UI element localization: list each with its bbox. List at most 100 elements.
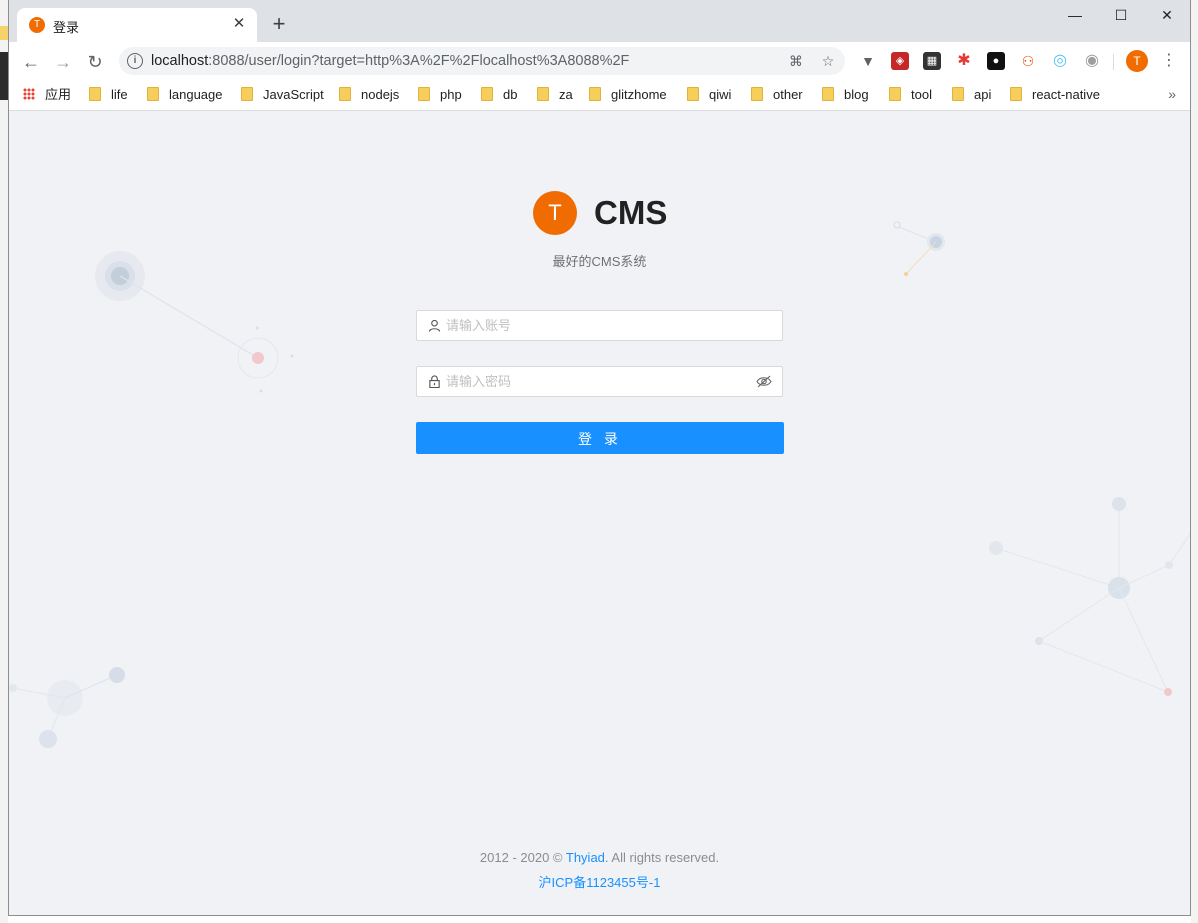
bookmark-apps[interactable]: 应用 xyxy=(23,86,71,104)
username-field[interactable] xyxy=(416,310,783,341)
tab-favicon-icon: T xyxy=(29,17,45,33)
more-menu-icon[interactable]: ⋮ xyxy=(1161,50,1177,72)
bookmark-folder[interactable]: glitzhome xyxy=(589,86,667,104)
bookmark-folder[interactable]: za xyxy=(537,86,573,104)
folder-icon xyxy=(481,87,493,101)
icp-link[interactable]: 沪ICP备1123455号-1 xyxy=(539,875,661,890)
username-input[interactable] xyxy=(446,311,746,340)
lock-icon xyxy=(429,375,440,388)
reload-button[interactable]: ↻ xyxy=(81,48,109,76)
more-bookmarks-icon[interactable]: » xyxy=(1168,86,1176,102)
apps-grid-icon xyxy=(23,88,35,100)
bookmark-folder[interactable]: tool xyxy=(889,86,932,104)
desktop-folder-icon xyxy=(0,26,8,40)
bookmark-label: glitzhome xyxy=(611,87,667,102)
folder-icon xyxy=(418,87,430,101)
user-icon xyxy=(428,319,441,332)
bookmark-folder[interactable]: other xyxy=(751,86,803,104)
bookmark-label: db xyxy=(503,87,518,102)
folder-icon xyxy=(822,87,834,101)
footer-copyright: 2012 - 2020 © Thyiad. All rights reserve… xyxy=(9,850,1190,865)
bookmark-label: language xyxy=(169,87,223,102)
bookmarks-bar: 应用 life language JavaScript nodejs php d… xyxy=(9,80,1190,111)
bookmark-folder[interactable]: php xyxy=(418,86,462,104)
extension-red-icon[interactable]: ◈ xyxy=(891,52,909,70)
app-name: CMS xyxy=(594,194,668,231)
bookmark-folder[interactable]: api xyxy=(952,86,991,104)
bookmark-star-icon[interactable]: ☆ xyxy=(819,52,837,70)
tab-strip: T 登录 ✕ + — ☐ ✕ xyxy=(9,0,1190,42)
info-icon[interactable]: i xyxy=(127,53,143,69)
tab-title: 登录 xyxy=(53,20,80,35)
eye-invisible-icon[interactable] xyxy=(756,375,772,388)
profile-avatar[interactable]: T xyxy=(1126,50,1148,72)
bookmark-label: tool xyxy=(911,87,932,102)
ring-extension-icon[interactable]: ◎ xyxy=(1051,52,1069,70)
address-url[interactable]: localhost:8088/user/login?target=http%3A… xyxy=(151,53,629,69)
gamepad-extension-icon[interactable]: ● xyxy=(987,52,1005,70)
footer-icp: 沪ICP备1123455号-1 xyxy=(9,872,1190,891)
bookmark-label: php xyxy=(440,87,462,102)
bookmark-folder[interactable]: life xyxy=(89,86,128,104)
back-button[interactable]: ← xyxy=(17,48,45,76)
bookmark-label: api xyxy=(974,87,992,102)
bookmark-folder[interactable]: language xyxy=(147,86,223,104)
folder-icon xyxy=(1010,87,1022,101)
browser-window: T 登录 ✕ + — ☐ ✕ ← → ↻ i localhost:8088/us… xyxy=(8,0,1191,916)
footer-years: 2012 - 2020 © xyxy=(479,850,563,865)
vue-devtools-icon[interactable]: ▼ xyxy=(859,52,877,70)
folder-icon xyxy=(537,87,549,101)
close-window-button[interactable]: ✕ xyxy=(1144,4,1190,26)
folder-icon xyxy=(339,87,351,101)
close-icon[interactable]: ✕ xyxy=(229,14,249,34)
bookmark-folder[interactable]: JavaScript xyxy=(241,86,324,104)
folder-icon xyxy=(147,87,159,101)
maximize-button[interactable]: ☐ xyxy=(1098,4,1144,26)
password-input[interactable] xyxy=(446,367,746,396)
bookmark-label: nodejs xyxy=(361,87,400,102)
desktop-left-edge xyxy=(0,0,8,923)
bookmark-folder[interactable]: db xyxy=(481,86,517,104)
folder-icon xyxy=(889,87,901,101)
asterisk-extension-icon[interactable]: ✱ xyxy=(955,52,973,70)
folder-icon xyxy=(89,87,101,101)
bookmark-label: blog xyxy=(844,87,869,102)
folder-icon xyxy=(241,87,253,101)
url-path: :8088/user/login?target=http%3A%2F%2Floc… xyxy=(208,53,630,69)
minimize-button[interactable]: — xyxy=(1052,4,1098,26)
footer-rights: . All rights reserved. xyxy=(604,850,720,865)
qr-code-icon[interactable]: ▦ xyxy=(923,52,941,70)
address-bar[interactable]: i localhost:8088/user/login?target=http%… xyxy=(119,47,845,75)
folder-icon xyxy=(687,87,699,101)
bookmark-label: qiwi xyxy=(709,87,732,102)
toolbar-separator xyxy=(1113,54,1114,70)
bookmark-folder[interactable]: qiwi xyxy=(687,86,731,104)
folder-icon xyxy=(952,87,964,101)
bookmark-label: other xyxy=(773,87,803,102)
password-field[interactable] xyxy=(416,366,783,397)
translate-icon[interactable]: ⌘ xyxy=(787,52,805,70)
bookmark-apps-label: 应用 xyxy=(45,87,72,102)
login-button[interactable]: 登 录 xyxy=(416,422,784,454)
bookmark-label: za xyxy=(559,87,573,102)
target-extension-icon[interactable]: ◉ xyxy=(1083,52,1101,70)
bookmark-label: life xyxy=(111,87,128,102)
login-page: T CMS 最好的CMS系统 登 录 2012 - xyxy=(9,111,1190,915)
app-subtitle: 最好的CMS系统 xyxy=(552,254,647,269)
folder-icon xyxy=(751,87,763,101)
desktop-taskbar-strip xyxy=(0,52,8,100)
desktop-right-edge xyxy=(1191,0,1198,923)
new-tab-button[interactable]: + xyxy=(267,12,291,36)
tab-login[interactable]: T 登录 ✕ xyxy=(17,8,257,42)
logo-icon: T xyxy=(533,191,577,235)
browser-toolbar: ← → ↻ i localhost:8088/user/login?target… xyxy=(9,42,1190,80)
forward-button[interactable]: → xyxy=(49,48,77,76)
bookmark-folder[interactable]: nodejs xyxy=(339,86,399,104)
bookmark-folder[interactable]: blog xyxy=(822,86,869,104)
bookmark-folder[interactable]: react-native xyxy=(1010,86,1100,104)
bookmark-label: react-native xyxy=(1032,87,1100,102)
bookmark-label: JavaScript xyxy=(263,87,324,102)
company-link[interactable]: Thyiad xyxy=(566,850,605,865)
sitemap-extension-icon[interactable]: ⚇ xyxy=(1019,52,1037,70)
url-host: localhost xyxy=(151,53,209,69)
